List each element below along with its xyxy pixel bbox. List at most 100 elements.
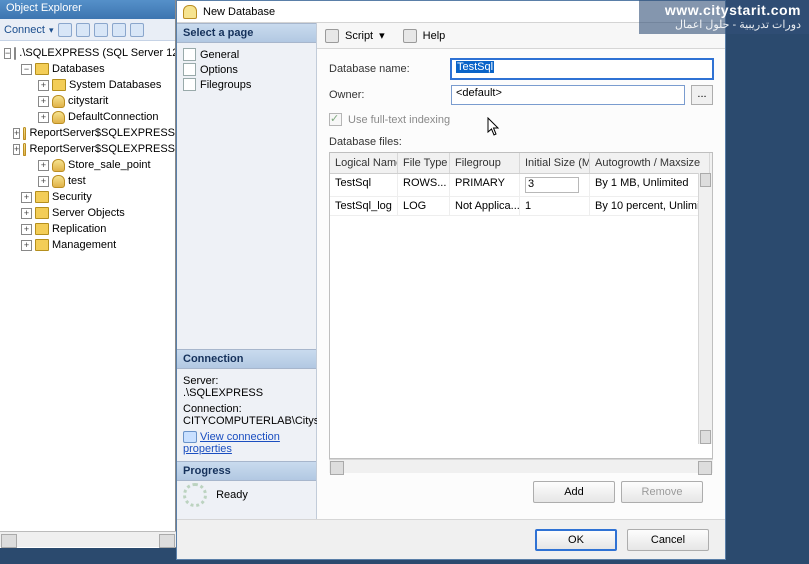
script-dropdown-icon[interactable]: ▾: [379, 29, 385, 42]
expand-icon[interactable]: +: [38, 96, 49, 107]
tree-item-db[interactable]: ReportServer$SQLEXPRESS: [29, 125, 175, 141]
col-filegroup[interactable]: Filegroup: [450, 153, 520, 173]
object-explorer-tree[interactable]: −.\SQLEXPRESS (SQL Server 12.0.20 −Datab…: [0, 41, 175, 257]
cell-logical-name[interactable]: TestSql_log: [330, 197, 398, 216]
cell-filegroup[interactable]: Not Applica...: [450, 197, 520, 216]
tree-server-node[interactable]: .\SQLEXPRESS (SQL Server 12.0.20: [19, 45, 175, 61]
tree-item-management[interactable]: Management: [52, 237, 116, 253]
grid-vertical-scrollbar[interactable]: [698, 173, 712, 444]
toolbar-icon[interactable]: [94, 23, 108, 37]
watermark-sub: دورات تدريبية - حلول اعمال: [647, 18, 801, 31]
progress-text: Ready: [216, 489, 248, 501]
page-options[interactable]: Options: [181, 62, 314, 77]
folder-icon: [35, 63, 49, 75]
cell-file-type[interactable]: LOG: [398, 197, 450, 216]
database-name-label: Database name:: [329, 63, 445, 75]
server-label: Server:: [183, 375, 310, 387]
cell-filegroup[interactable]: PRIMARY: [450, 174, 520, 197]
col-initial-size[interactable]: Initial Size (MB): [520, 153, 590, 173]
grid-row[interactable]: TestSql ROWS... PRIMARY 3 By 1 MB, Unlim…: [330, 174, 712, 197]
database-icon: [52, 175, 65, 188]
col-autogrowth[interactable]: Autogrowth / Maxsize: [590, 153, 710, 173]
fulltext-label: Use full-text indexing: [348, 114, 450, 126]
connection-header: Connection: [177, 349, 316, 369]
owner-browse-button[interactable]: ...: [691, 85, 713, 105]
help-button[interactable]: Help: [423, 30, 446, 42]
page-general[interactable]: General: [181, 47, 314, 62]
cell-autogrowth[interactable]: By 1 MB, Unlimited: [590, 174, 710, 197]
database-icon: [183, 5, 197, 19]
collapse-icon[interactable]: −: [4, 48, 11, 59]
connection-value: CITYCOMPUTERLAB\Citystarit: [183, 415, 310, 427]
script-button[interactable]: Script: [345, 30, 373, 42]
collapse-icon[interactable]: −: [21, 64, 32, 75]
cancel-button[interactable]: Cancel: [627, 529, 709, 551]
explorer-toolbar: Connect: [0, 19, 175, 41]
expand-icon[interactable]: +: [21, 240, 32, 251]
ok-button[interactable]: OK: [535, 529, 617, 551]
grid-horizontal-scrollbar[interactable]: [329, 459, 713, 473]
watermark-url: www.citystarit.com: [647, 2, 801, 18]
expand-icon[interactable]: +: [21, 208, 32, 219]
expand-icon[interactable]: +: [13, 144, 20, 155]
properties-icon: [183, 431, 197, 443]
tree-item-db[interactable]: test: [68, 173, 86, 189]
page-list: General Options Filegroups: [177, 43, 316, 98]
grid-header: Logical Name File Type Filegroup Initial…: [330, 153, 712, 174]
cell-file-type[interactable]: ROWS...: [398, 174, 450, 197]
col-file-type[interactable]: File Type: [398, 153, 450, 173]
connect-menu[interactable]: Connect: [4, 24, 45, 36]
tree-item-databases[interactable]: Databases: [52, 61, 105, 77]
tree-item-db[interactable]: DefaultConnection: [68, 109, 159, 125]
cell-initial-size[interactable]: 3: [520, 174, 590, 197]
tree-item-db[interactable]: citystarit: [68, 93, 108, 109]
database-icon: [52, 111, 65, 124]
view-connection-properties-link[interactable]: View connection properties: [183, 431, 280, 455]
dialog-left-column: Select a page General Options Filegroups…: [177, 23, 317, 519]
tree-item-security[interactable]: Security: [52, 189, 92, 205]
cell-autogrowth[interactable]: By 10 percent, Unlimited: [590, 197, 710, 216]
toolbar-icon[interactable]: [130, 23, 144, 37]
folder-icon: [35, 207, 49, 219]
cell-initial-size[interactable]: 1: [520, 197, 590, 216]
progress-spinner-icon: [183, 483, 207, 507]
add-button[interactable]: Add: [533, 481, 615, 503]
col-logical-name[interactable]: Logical Name: [330, 153, 398, 173]
page-icon: [183, 78, 196, 91]
database-icon: [23, 127, 26, 140]
connect-dropdown-icon[interactable]: [49, 24, 54, 36]
database-name-input[interactable]: TestSql: [451, 59, 713, 79]
grid-row[interactable]: TestSql_log LOG Not Applica... 1 By 10 p…: [330, 197, 712, 216]
dialog-title-text: New Database: [203, 6, 275, 18]
fulltext-checkbox: [329, 113, 342, 126]
script-icon: [325, 29, 339, 43]
folder-icon: [52, 79, 66, 91]
expand-icon[interactable]: +: [13, 128, 20, 139]
cell-logical-name[interactable]: TestSql: [330, 174, 398, 197]
database-files-grid[interactable]: Logical Name File Type Filegroup Initial…: [329, 152, 713, 459]
horizontal-scrollbar[interactable]: [0, 531, 176, 547]
page-filegroups[interactable]: Filegroups: [181, 77, 314, 92]
expand-icon[interactable]: +: [38, 80, 49, 91]
dialog-footer: OK Cancel: [177, 519, 725, 559]
toolbar-icon[interactable]: [76, 23, 90, 37]
tree-item-replication[interactable]: Replication: [52, 221, 106, 237]
toolbar-icon[interactable]: [112, 23, 126, 37]
expand-icon[interactable]: +: [21, 192, 32, 203]
toolbar-icon[interactable]: [58, 23, 72, 37]
tree-item-serverobjects[interactable]: Server Objects: [52, 205, 125, 221]
tree-item-db[interactable]: Store_sale_point: [68, 157, 151, 173]
expand-icon[interactable]: +: [38, 112, 49, 123]
page-icon: [183, 63, 196, 76]
expand-icon[interactable]: +: [38, 160, 49, 171]
expand-icon[interactable]: +: [21, 224, 32, 235]
select-page-header: Select a page: [177, 23, 316, 43]
connection-info: Server: .\SQLEXPRESS Connection: CITYCOM…: [177, 369, 316, 461]
help-icon: [403, 29, 417, 43]
progress-box: Ready: [177, 481, 316, 509]
tree-item-db[interactable]: ReportServer$SQLEXPRESS: [29, 141, 175, 157]
owner-input[interactable]: <default>: [451, 85, 685, 105]
database-files-label: Database files:: [329, 136, 713, 148]
tree-item-sysdb[interactable]: System Databases: [69, 77, 161, 93]
expand-icon[interactable]: +: [38, 176, 49, 187]
